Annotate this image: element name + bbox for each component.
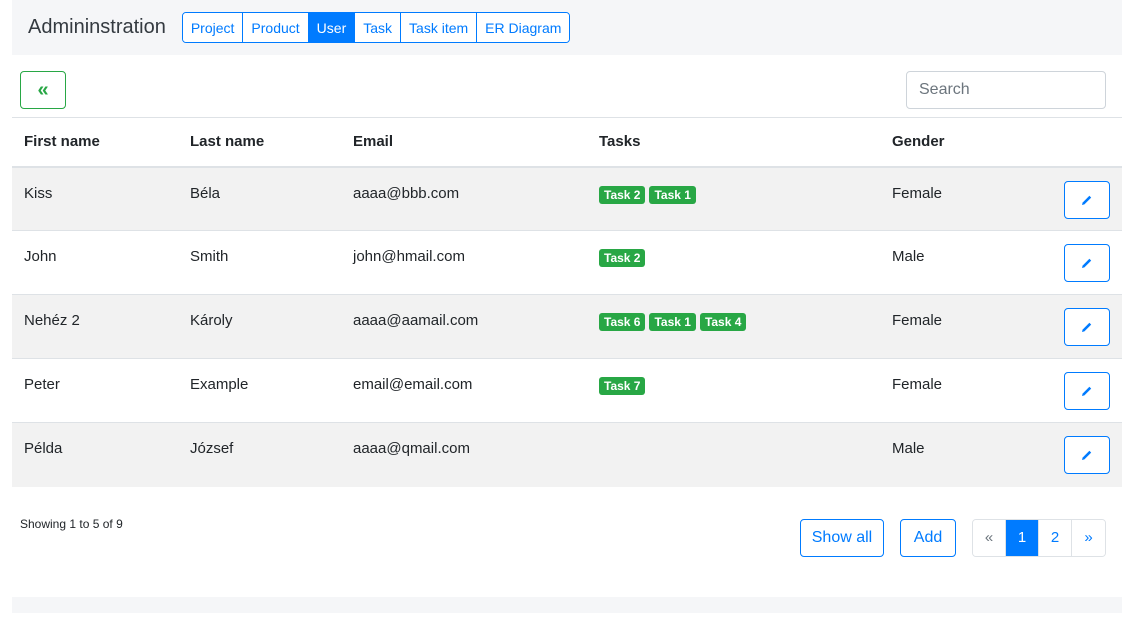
showing-count: Showing 1 to 5 of 9 (20, 516, 123, 531)
cell-gender: Female (892, 184, 943, 202)
pencil-icon (1082, 450, 1092, 460)
cell-actions (1052, 423, 1122, 487)
cell-actions (1052, 231, 1122, 295)
cell-last-name: József (190, 440, 234, 457)
pagination: « 1 2 » (972, 518, 1106, 557)
cell-first-name: John (24, 248, 57, 265)
nav-task[interactable]: Task (355, 13, 402, 42)
cell-first-name: Peter (24, 376, 60, 393)
cell-email: john@hmail.com (353, 248, 465, 265)
cell-gender: Male (892, 248, 925, 265)
cell-gender: Male (892, 440, 925, 457)
column-header-email[interactable]: Email (341, 118, 587, 167)
column-header-last-name[interactable]: Last name (178, 118, 341, 167)
edit-button[interactable] (1064, 180, 1110, 219)
cell-gender: Female (892, 376, 943, 393)
cell-actions (1052, 359, 1122, 423)
pagination-prev[interactable]: « (973, 519, 1006, 556)
brand-title: Admininstration (28, 16, 166, 38)
pencil-icon (1082, 195, 1092, 205)
cell-last-name: Károly (190, 312, 233, 329)
cell-email: aaaa@bbb.com (353, 184, 460, 202)
show-all-button[interactable]: Show all (800, 518, 884, 557)
top-navbar: Admininstration Project Product User Tas… (12, 0, 1122, 55)
bottom-strip (12, 597, 1122, 613)
column-header-actions (1052, 118, 1122, 167)
task-badge: Task 4 (699, 313, 747, 331)
cell-actions (1052, 295, 1122, 359)
cell-gender: Female (892, 312, 943, 329)
toolbar: « (12, 55, 1122, 117)
cell-tasks: Task 2 (587, 231, 880, 295)
nav-button-group: Project Product User Task Task item ER D… (181, 12, 571, 43)
pagination-page-2[interactable]: 2 (1039, 519, 1072, 556)
column-header-tasks[interactable]: Tasks (587, 118, 880, 167)
search-input[interactable] (906, 71, 1106, 109)
pencil-icon (1082, 386, 1092, 396)
table-header-row: First name Last name Email Tasks Gender (12, 117, 1122, 167)
cell-first-name: Nehéz 2 (24, 312, 80, 329)
table-row: Nehéz 2 Károly aaaa@aamail.com Task 6 Tas… (12, 294, 1122, 359)
task-badge: Task 2 (599, 249, 646, 267)
table-row: Peter Example email@email.com Task 7 Fem… (12, 358, 1122, 423)
cell-email: email@email.com (353, 376, 473, 393)
edit-button[interactable] (1064, 308, 1110, 346)
nav-product[interactable]: Product (243, 13, 309, 42)
task-badge: Task 2 (599, 185, 646, 204)
table-row: Példa József aaaa@qmail.com Male (12, 422, 1122, 487)
edit-button[interactable] (1064, 372, 1110, 410)
cell-last-name: Béla (190, 184, 221, 202)
cell-tasks (587, 423, 880, 487)
task-badge: Task 1 (649, 313, 696, 331)
task-badge: Task 6 (599, 313, 646, 331)
add-button[interactable]: Add (900, 518, 956, 557)
cell-tasks: Task 6 Task 1 Task 4 (587, 295, 880, 359)
pagination-next[interactable]: » (1072, 519, 1105, 556)
users-table: First name Last name Email Tasks Gender … (12, 117, 1122, 487)
cell-first-name: Kiss (24, 184, 53, 202)
nav-task-item[interactable]: Task item (401, 13, 478, 42)
table-row: John Smith john@hmail.com Task 2 Male (12, 230, 1122, 295)
edit-button[interactable] (1064, 436, 1110, 474)
cell-email: aaaa@aamail.com (353, 312, 479, 329)
column-header-first-name[interactable]: First name (12, 118, 178, 167)
cell-tasks: Task 7 (587, 359, 880, 423)
pagination-page-1[interactable]: 1 (1006, 519, 1039, 556)
task-badge: Task 1 (649, 185, 696, 204)
cell-last-name: Example (190, 376, 249, 393)
nav-er-diagram[interactable]: ER Diagram (477, 13, 570, 42)
column-header-gender[interactable]: Gender (880, 118, 1052, 167)
nav-user[interactable]: User (308, 13, 356, 42)
cell-first-name: Példa (24, 440, 63, 457)
nav-project[interactable]: Project (182, 13, 244, 42)
double-chevron-left-icon: « (37, 78, 49, 101)
cell-actions (1052, 167, 1122, 231)
back-button[interactable]: « (20, 71, 66, 109)
pencil-icon (1082, 258, 1092, 268)
pencil-icon (1082, 322, 1092, 332)
task-badge: Task 7 (599, 377, 646, 395)
edit-button[interactable] (1064, 244, 1110, 282)
cell-tasks: Task 2 Task 1 (587, 167, 880, 231)
cell-last-name: Smith (190, 248, 229, 265)
page-frame: Admininstration Project Product User Tas… (12, 0, 1122, 613)
table-row: Kiss Béla aaaa@bbb.com Task 2 Task 1 Fema… (12, 166, 1122, 231)
table-footer: Showing 1 to 5 of 9 Show all Add « 1 2 » (12, 487, 1122, 597)
cell-email: aaaa@qmail.com (353, 440, 470, 457)
